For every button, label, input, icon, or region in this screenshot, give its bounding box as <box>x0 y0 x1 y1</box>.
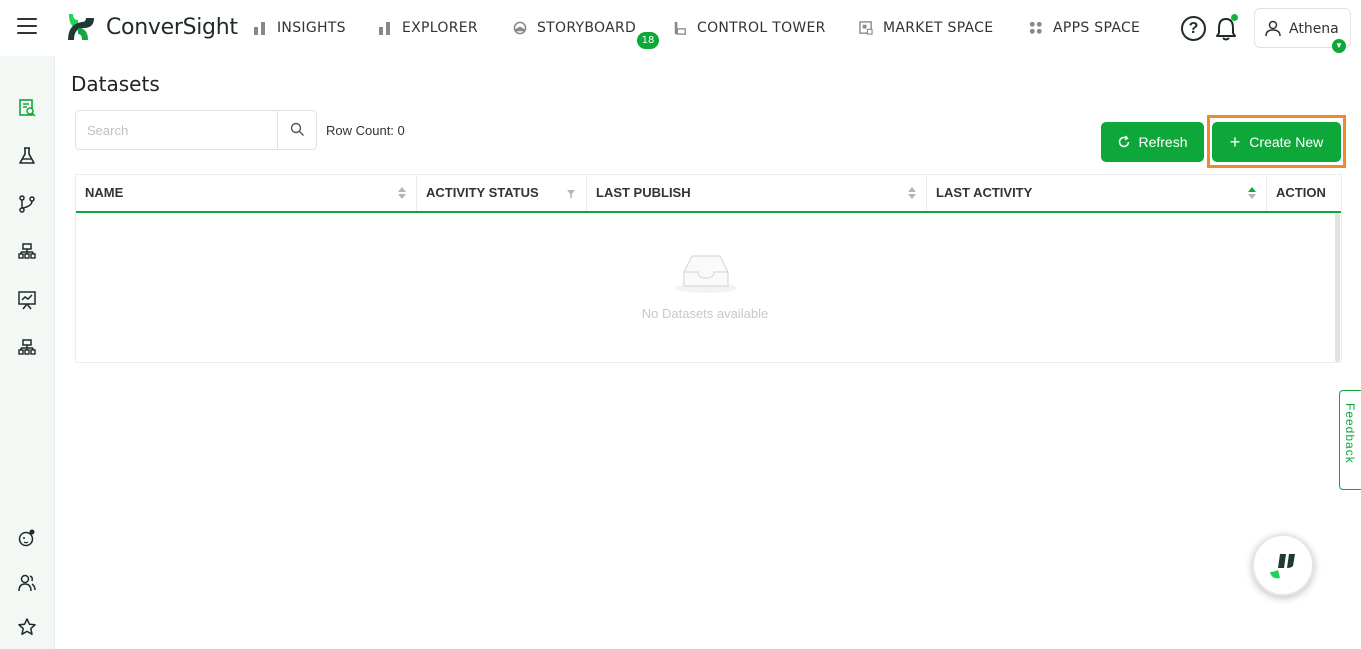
column-action-label: ACTION <box>1276 185 1326 200</box>
help-icon[interactable]: ? <box>1181 16 1206 41</box>
nav-market-space[interactable]: MARKET SPACE <box>859 0 993 56</box>
market-space-icon <box>859 21 873 35</box>
empty-state: No Datasets available <box>76 213 1334 362</box>
nav-apps-space[interactable]: APPS SPACE <box>1029 0 1140 56</box>
users-icon[interactable] <box>17 573 37 593</box>
presentation-chart-icon[interactable] <box>17 290 37 310</box>
dataset-icon[interactable] <box>17 98 37 118</box>
notification-bell-icon[interactable] <box>1214 14 1238 42</box>
refresh-button[interactable]: Refresh <box>1101 122 1204 162</box>
column-last-activity-label: LAST ACTIVITY <box>936 185 1033 200</box>
sort-icon[interactable] <box>398 187 406 199</box>
nav-apps-space-label: APPS SPACE <box>1053 20 1141 36</box>
column-name-label: NAME <box>85 185 124 200</box>
user-menu[interactable]: Athena ▼ <box>1254 8 1351 53</box>
sort-ascending-icon[interactable] <box>1248 187 1256 199</box>
sort-icon[interactable] <box>908 187 916 199</box>
conversight-logo-icon <box>68 14 94 40</box>
empty-inbox-icon <box>675 255 737 293</box>
search-button[interactable] <box>277 111 316 149</box>
storyboard-icon <box>513 21 527 35</box>
page-title: Datasets <box>71 72 160 96</box>
user-icon <box>1265 20 1281 37</box>
chat-assistant-button[interactable] <box>1252 534 1314 596</box>
column-header-last-publish[interactable]: LAST PUBLISH <box>586 175 926 211</box>
column-header-action: ACTION <box>1266 175 1341 211</box>
storyboard-count-badge: 18 <box>637 32 659 49</box>
nav-market-space-label: MARKET SPACE <box>883 20 994 36</box>
create-new-highlight <box>1207 115 1346 168</box>
datasets-table: NAME ACTIVITY STATUS LAST PUBLISH LAST A… <box>75 174 1342 363</box>
nav-insights-label: INSIGHTS <box>277 20 346 36</box>
search-box <box>75 110 317 150</box>
feedback-label: Feedback <box>1343 403 1357 464</box>
empty-state-text: No Datasets available <box>641 306 769 321</box>
nav-insights[interactable]: INSIGHTS <box>253 0 346 56</box>
nav-control-tower[interactable]: CONTROL TOWER <box>673 0 826 56</box>
bot-icon[interactable] <box>17 528 37 548</box>
bar-chart-icon <box>379 22 390 35</box>
user-name: Athena <box>1289 21 1339 37</box>
hierarchy-icon[interactable] <box>17 242 37 262</box>
left-sidebar <box>0 56 55 649</box>
chevron-down-icon[interactable]: ▼ <box>1332 39 1346 53</box>
table-scrollbar[interactable] <box>1335 213 1340 362</box>
bar-chart-icon <box>254 22 265 35</box>
conversight-logo[interactable]: ConverSight <box>64 10 238 44</box>
nav-storyboard[interactable]: STORYBOARD <box>513 0 636 56</box>
search-icon <box>290 122 304 136</box>
column-header-activity-status[interactable]: ACTIVITY STATUS <box>416 175 586 211</box>
conversight-assistant-icon <box>1270 554 1295 579</box>
hierarchy-icon[interactable] <box>17 338 37 358</box>
git-branch-icon[interactable] <box>17 194 37 214</box>
refresh-icon <box>1119 135 1130 148</box>
filter-icon[interactable] <box>567 188 575 200</box>
top-bar: ConverSight INSIGHTS EXPLORER STORYBOARD… <box>0 0 1361 56</box>
column-activity-status-label: ACTIVITY STATUS <box>426 185 539 200</box>
column-last-publish-label: LAST PUBLISH <box>596 185 691 200</box>
search-input[interactable] <box>76 111 278 149</box>
column-header-name[interactable]: NAME <box>76 175 416 211</box>
flask-icon[interactable] <box>17 146 37 166</box>
column-header-last-activity[interactable]: LAST ACTIVITY <box>926 175 1266 211</box>
row-count: Row Count: 0 <box>326 123 405 138</box>
notification-dot <box>1231 14 1238 21</box>
nav-explorer[interactable]: EXPLORER <box>378 0 478 56</box>
nav-explorer-label: EXPLORER <box>402 20 478 36</box>
feedback-tab[interactable]: Feedback <box>1339 390 1361 490</box>
refresh-label: Refresh <box>1138 134 1188 150</box>
nav-storyboard-label: STORYBOARD <box>537 20 637 36</box>
star-icon[interactable] <box>17 617 37 637</box>
table-header: NAME ACTIVITY STATUS LAST PUBLISH LAST A… <box>76 175 1341 213</box>
nav-control-tower-label: CONTROL TOWER <box>697 20 826 36</box>
app-name: ConverSight <box>106 14 238 40</box>
apps-grid-icon <box>1029 21 1042 34</box>
control-tower-icon <box>674 21 686 35</box>
hamburger-menu-icon[interactable] <box>17 18 37 36</box>
